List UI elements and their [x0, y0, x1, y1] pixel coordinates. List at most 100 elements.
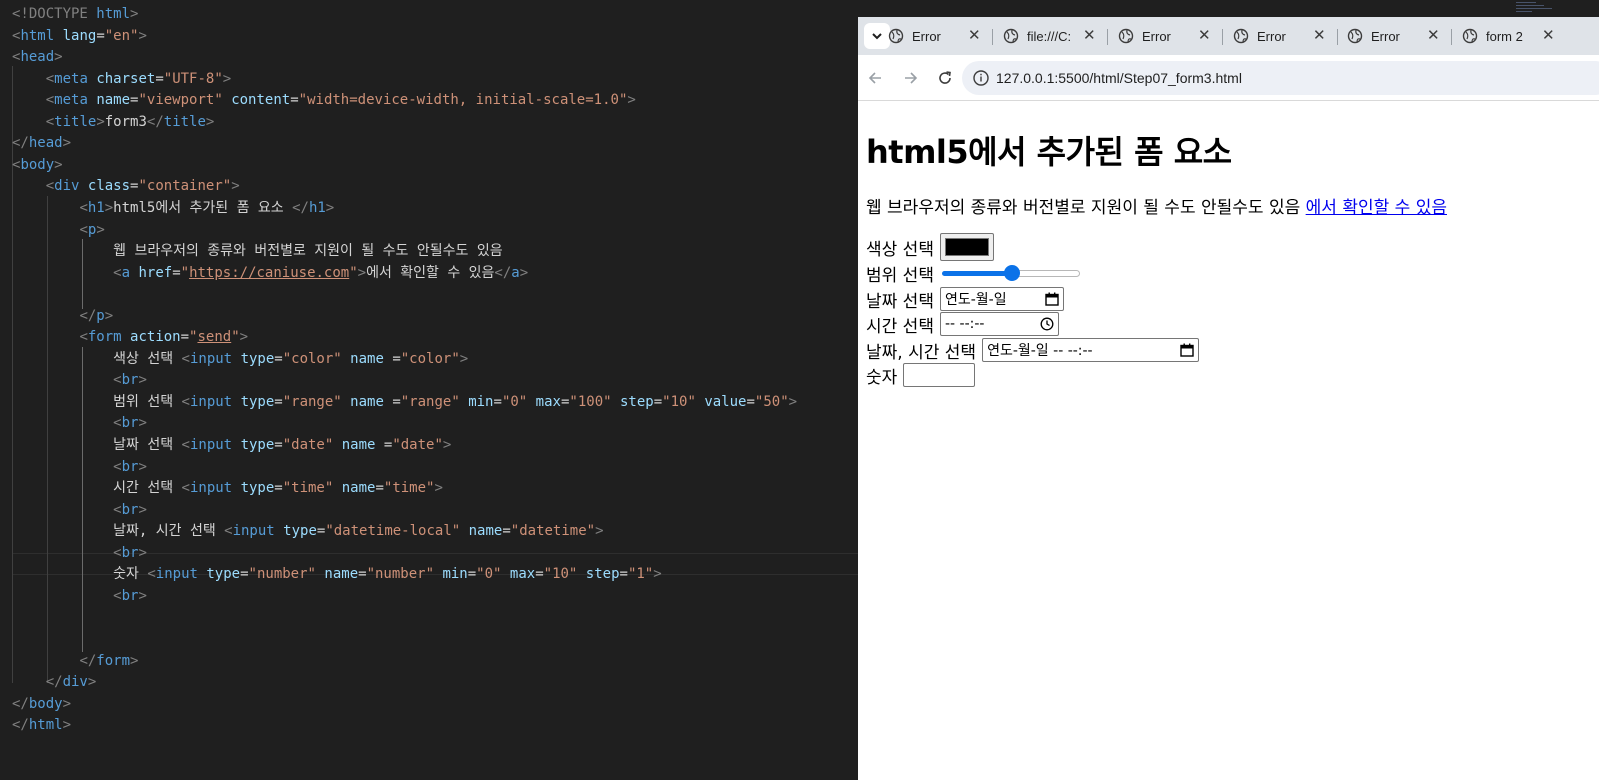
code-token: name	[350, 393, 384, 410]
code-token: "range"	[400, 393, 460, 410]
close-icon[interactable]: ✕	[1313, 21, 1326, 51]
time-input[interactable]: -- --:--	[939, 312, 1059, 336]
code-line[interactable]: <meta name="viewport" content="width=dev…	[12, 89, 636, 111]
code-line[interactable]: <br>	[12, 585, 147, 607]
code-token: br	[121, 458, 139, 475]
code-token: <	[181, 437, 190, 453]
code-token: >	[87, 674, 97, 691]
browser-tab[interactable]: Error ✕	[1233, 21, 1345, 51]
browser-tab[interactable]: Error ✕	[1347, 21, 1459, 51]
browser-tab[interactable]: form 2 ✕	[1462, 21, 1574, 51]
code-token: br	[121, 587, 139, 604]
code-token: type	[240, 480, 275, 497]
code-editor[interactable]: <!DOCTYPE html> <html lang="en"> <head> <m…	[0, 0, 858, 780]
code-line[interactable]: </head>	[12, 132, 71, 154]
code-line[interactable]: <br>	[12, 369, 147, 391]
forward-button[interactable]	[898, 66, 922, 90]
calendar-icon[interactable]	[1045, 292, 1059, 306]
date-input[interactable]: 연도-월-일	[939, 287, 1064, 311]
code-token: html	[96, 6, 131, 22]
code-token: "datetime-local"	[325, 523, 461, 540]
close-icon[interactable]: ✕	[968, 21, 981, 51]
range-thumb[interactable]	[1003, 265, 1020, 281]
reload-button[interactable]	[933, 66, 957, 90]
code-line[interactable]: <head>	[12, 46, 63, 68]
code-token: =	[383, 393, 401, 410]
code-token: "viewport"	[138, 92, 223, 109]
close-icon[interactable]: ✕	[1198, 21, 1211, 51]
code-token: >	[138, 458, 147, 475]
calendar-icon[interactable]	[1180, 343, 1194, 357]
datetime-input[interactable]: 연도-월-일 -- --:--	[982, 338, 1200, 362]
code-line[interactable]: 날짜, 시간 선택 <input type = "datetime-local" n…	[12, 520, 603, 542]
url-text[interactable]: 127.0.0.1:5500/html/Step07_form3.html	[996, 61, 1242, 95]
code-line[interactable]: 웹 브라우저의 종류와 버전별로 지원이 될 수도 안될수도 있음	[12, 240, 502, 262]
code-line[interactable]: 범위 선택 <input type="range" name ="range" …	[12, 391, 797, 413]
info-icon[interactable]	[972, 69, 990, 87]
minimap[interactable]	[1516, 2, 1556, 16]
code-line[interactable]: </form>	[12, 650, 138, 672]
color-picker[interactable]	[939, 233, 994, 261]
code-line[interactable]: </body>	[12, 693, 71, 715]
close-icon[interactable]: ✕	[1427, 21, 1440, 51]
clock-icon[interactable]	[1040, 317, 1054, 331]
code-line[interactable]: <br>	[12, 456, 147, 478]
code-line[interactable]: 숫자 <input type="number" name="number" mi…	[12, 563, 662, 585]
code-line[interactable]: </html>	[12, 714, 71, 736]
code-token: >	[54, 156, 63, 173]
back-button[interactable]	[864, 66, 888, 90]
code-token: <!DOCTYPE	[12, 6, 97, 22]
code-token: br	[121, 501, 139, 518]
tab-search-button[interactable]	[864, 23, 890, 49]
code-line[interactable]: 색상 선택 <input type="color" name ="color">	[12, 348, 468, 370]
caniuse-link[interactable]: 에서 확인할 수 있음	[1306, 198, 1447, 218]
code-token: <	[79, 329, 88, 346]
code-token: a	[121, 264, 131, 281]
close-icon[interactable]: ✕	[1542, 21, 1555, 51]
code-line[interactable]: <a href="https://caniuse.com">에서 확인할 수 있…	[12, 262, 528, 284]
code-line[interactable]: <html lang="en">	[12, 25, 147, 47]
number-input[interactable]	[903, 363, 976, 387]
code-token: input	[189, 393, 233, 410]
code-token: 숫자	[12, 566, 148, 583]
code-line[interactable]: <br>	[12, 542, 147, 564]
browser-tab[interactable]: Error ✕	[1118, 21, 1230, 51]
address-bar[interactable]: 127.0.0.1:5500/html/Step07_form3.html	[962, 61, 1599, 95]
code-token: head	[20, 49, 55, 66]
close-icon[interactable]: ✕	[1083, 21, 1096, 51]
code-line[interactable]: <div class="container">	[12, 175, 240, 197]
browser-toolbar: 127.0.0.1:5500/html/Step07_form3.html	[858, 55, 1599, 101]
code-line[interactable]: <br>	[12, 499, 147, 521]
code-line[interactable]: <br>	[12, 412, 147, 434]
code-line[interactable]: 시간 선택 <input type="time" name="time">	[12, 477, 443, 499]
code-line[interactable]: 날짜 선택 <input type="date" name ="date">	[12, 434, 451, 456]
code-line[interactable]: <meta charset="UTF-8">	[12, 68, 232, 90]
code-token: content	[231, 92, 291, 109]
code-line[interactable]: <p>	[12, 219, 104, 241]
code-line[interactable]: </p>	[12, 305, 113, 327]
code-token: href	[138, 264, 173, 281]
code-line[interactable]: <title>form3</title>	[12, 111, 215, 133]
code-token: >	[442, 437, 452, 453]
browser-tab[interactable]: file:///C: ✕	[1003, 21, 1115, 51]
code-token: p	[96, 307, 105, 324]
code-line[interactable]: <!DOCTYPE html>	[12, 3, 138, 25]
range-label: 범위 선택	[866, 265, 934, 286]
date-placeholder: 연도-월-일	[944, 292, 1007, 308]
range-slider[interactable]	[940, 265, 1082, 281]
code-token: 날짜 선택	[12, 437, 182, 453]
browser-tab[interactable]: Error ✕	[888, 21, 1000, 51]
globe-icon	[1462, 28, 1478, 44]
code-line[interactable]: <h1>html5에서 추가된 폼 요소 </h1>	[12, 197, 334, 219]
code-line[interactable]: <body>	[12, 154, 63, 176]
code-token: "10"	[662, 393, 696, 410]
code-line[interactable]: <form action="send">	[12, 326, 248, 348]
code-line[interactable]: </div>	[12, 671, 97, 693]
